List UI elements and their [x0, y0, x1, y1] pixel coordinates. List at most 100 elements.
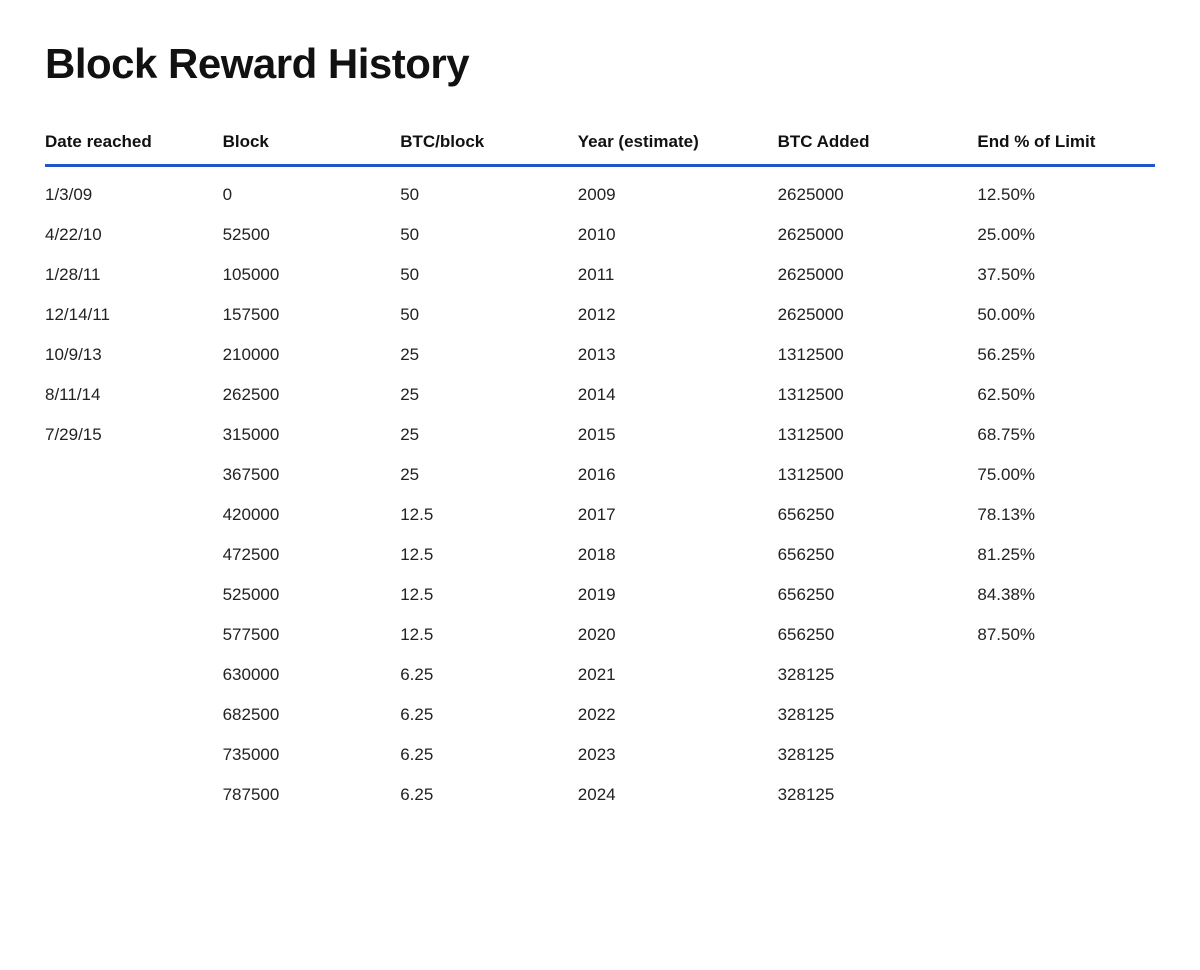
- cell-block: 682500: [223, 695, 401, 735]
- table-row: 6825006.252022328125: [45, 695, 1155, 735]
- cell-year: 2015: [578, 415, 778, 455]
- cell-date: 10/9/13: [45, 335, 223, 375]
- table-row: 57750012.5202065625087.50%: [45, 615, 1155, 655]
- header-year: Year (estimate): [578, 128, 778, 166]
- cell-endlimit: [977, 735, 1155, 775]
- cell-btcblock: 50: [400, 166, 578, 216]
- cell-endlimit: 81.25%: [977, 535, 1155, 575]
- cell-endlimit: 37.50%: [977, 255, 1155, 295]
- cell-date: [45, 575, 223, 615]
- cell-block: 157500: [223, 295, 401, 335]
- cell-date: 8/11/14: [45, 375, 223, 415]
- cell-btcblock: 6.25: [400, 775, 578, 815]
- cell-btcblock: 12.5: [400, 575, 578, 615]
- cell-year: 2009: [578, 166, 778, 216]
- cell-block: 105000: [223, 255, 401, 295]
- cell-btcadded: 2625000: [778, 215, 978, 255]
- header-endlimit: End % of Limit: [977, 128, 1155, 166]
- header-btcblock: BTC/block: [400, 128, 578, 166]
- table-row: 7350006.252023328125: [45, 735, 1155, 775]
- cell-year: 2021: [578, 655, 778, 695]
- cell-date: [45, 735, 223, 775]
- cell-endlimit: 68.75%: [977, 415, 1155, 455]
- cell-btcadded: 2625000: [778, 255, 978, 295]
- table-row: 8/11/14262500252014131250062.50%: [45, 375, 1155, 415]
- cell-btcadded: 1312500: [778, 455, 978, 495]
- cell-block: 420000: [223, 495, 401, 535]
- cell-block: 0: [223, 166, 401, 216]
- cell-year: 2016: [578, 455, 778, 495]
- cell-block: 262500: [223, 375, 401, 415]
- block-reward-table: Date reached Block BTC/block Year (estim…: [45, 128, 1155, 815]
- cell-date: [45, 495, 223, 535]
- table-row: 47250012.5201865625081.25%: [45, 535, 1155, 575]
- cell-year: 2023: [578, 735, 778, 775]
- cell-btcblock: 25: [400, 415, 578, 455]
- cell-date: 12/14/11: [45, 295, 223, 335]
- cell-date: 7/29/15: [45, 415, 223, 455]
- cell-date: [45, 615, 223, 655]
- table-row: 52500012.5201965625084.38%: [45, 575, 1155, 615]
- cell-year: 2011: [578, 255, 778, 295]
- cell-btcblock: 50: [400, 295, 578, 335]
- cell-endlimit: [977, 775, 1155, 815]
- cell-year: 2020: [578, 615, 778, 655]
- table-row: 12/14/11157500502012262500050.00%: [45, 295, 1155, 335]
- cell-endlimit: 62.50%: [977, 375, 1155, 415]
- cell-btcblock: 6.25: [400, 695, 578, 735]
- cell-btcblock: 6.25: [400, 735, 578, 775]
- cell-date: 1/28/11: [45, 255, 223, 295]
- cell-btcblock: 25: [400, 335, 578, 375]
- cell-year: 2014: [578, 375, 778, 415]
- cell-year: 2017: [578, 495, 778, 535]
- cell-btcadded: 2625000: [778, 295, 978, 335]
- table-row: 7/29/15315000252015131250068.75%: [45, 415, 1155, 455]
- cell-btcadded: 328125: [778, 695, 978, 735]
- cell-endlimit: 87.50%: [977, 615, 1155, 655]
- cell-year: 2019: [578, 575, 778, 615]
- cell-btcadded: 656250: [778, 535, 978, 575]
- cell-block: 52500: [223, 215, 401, 255]
- cell-btcadded: 656250: [778, 615, 978, 655]
- cell-date: 4/22/10: [45, 215, 223, 255]
- cell-btcadded: 1312500: [778, 335, 978, 375]
- cell-endlimit: 78.13%: [977, 495, 1155, 535]
- cell-endlimit: 25.00%: [977, 215, 1155, 255]
- cell-btcblock: 12.5: [400, 495, 578, 535]
- cell-btcadded: 328125: [778, 655, 978, 695]
- cell-btcadded: 1312500: [778, 375, 978, 415]
- cell-btcblock: 12.5: [400, 615, 578, 655]
- table-row: 7875006.252024328125: [45, 775, 1155, 815]
- cell-block: 735000: [223, 735, 401, 775]
- cell-btcblock: 50: [400, 215, 578, 255]
- cell-btcblock: 50: [400, 255, 578, 295]
- cell-btcblock: 6.25: [400, 655, 578, 695]
- cell-block: 630000: [223, 655, 401, 695]
- cell-block: 367500: [223, 455, 401, 495]
- header-block: Block: [223, 128, 401, 166]
- cell-date: [45, 455, 223, 495]
- header-btcadded: BTC Added: [778, 128, 978, 166]
- cell-endlimit: 56.25%: [977, 335, 1155, 375]
- table-row: 42000012.5201765625078.13%: [45, 495, 1155, 535]
- cell-endlimit: 12.50%: [977, 166, 1155, 216]
- table-header-row: Date reached Block BTC/block Year (estim…: [45, 128, 1155, 166]
- cell-btcblock: 25: [400, 375, 578, 415]
- cell-block: 210000: [223, 335, 401, 375]
- cell-year: 2013: [578, 335, 778, 375]
- cell-date: [45, 535, 223, 575]
- cell-block: 525000: [223, 575, 401, 615]
- cell-btcadded: 328125: [778, 735, 978, 775]
- table-row: 10/9/13210000252013131250056.25%: [45, 335, 1155, 375]
- table-row: 6300006.252021328125: [45, 655, 1155, 695]
- cell-btcblock: 25: [400, 455, 578, 495]
- cell-date: [45, 695, 223, 735]
- cell-block: 315000: [223, 415, 401, 455]
- cell-endlimit: 84.38%: [977, 575, 1155, 615]
- cell-btcadded: 656250: [778, 495, 978, 535]
- table-row: 367500252016131250075.00%: [45, 455, 1155, 495]
- cell-year: 2022: [578, 695, 778, 735]
- table-row: 1/3/090502009262500012.50%: [45, 166, 1155, 216]
- cell-btcadded: 1312500: [778, 415, 978, 455]
- cell-endlimit: [977, 695, 1155, 735]
